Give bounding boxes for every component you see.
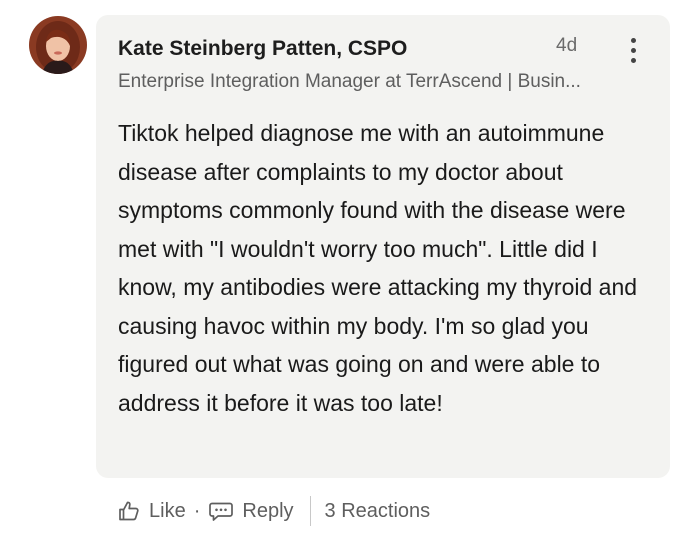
actions-divider [309, 496, 311, 526]
comment-bubble: Kate Steinberg Patten, CSPO 4d Enterpris… [96, 15, 670, 478]
reactions-count-button[interactable]: 3 Reactions [325, 500, 431, 523]
like-label: Like [149, 499, 186, 522]
author-headline: Enterprise Integration Manager at TerrAs… [118, 71, 581, 92]
comment-actions: Like · Reply 3 Reactions [117, 493, 430, 529]
reply-button[interactable]: Reply [208, 499, 294, 523]
author-name[interactable]: Kate Steinberg Patten, CSPO [118, 37, 407, 61]
reactions-count: 3 Reactions [324, 499, 431, 522]
more-dot [630, 57, 636, 63]
reply-label: Reply [242, 499, 294, 522]
avatar[interactable] [29, 16, 87, 74]
like-button[interactable]: Like [117, 499, 186, 523]
action-separator: · [193, 499, 201, 522]
comment: Kate Steinberg Patten, CSPO 4d Enterpris… [0, 0, 700, 540]
speech-bubble-icon [209, 502, 234, 521]
more-vertical-icon [630, 37, 636, 43]
more-options-button[interactable] [618, 33, 648, 67]
thumbs-up-icon [119, 501, 139, 521]
comment-timestamp: 4d [556, 35, 578, 56]
comment-body: Tiktok helped diagnose me with an autoim… [118, 120, 638, 416]
avatar-image [29, 16, 87, 74]
more-dot [630, 47, 636, 53]
